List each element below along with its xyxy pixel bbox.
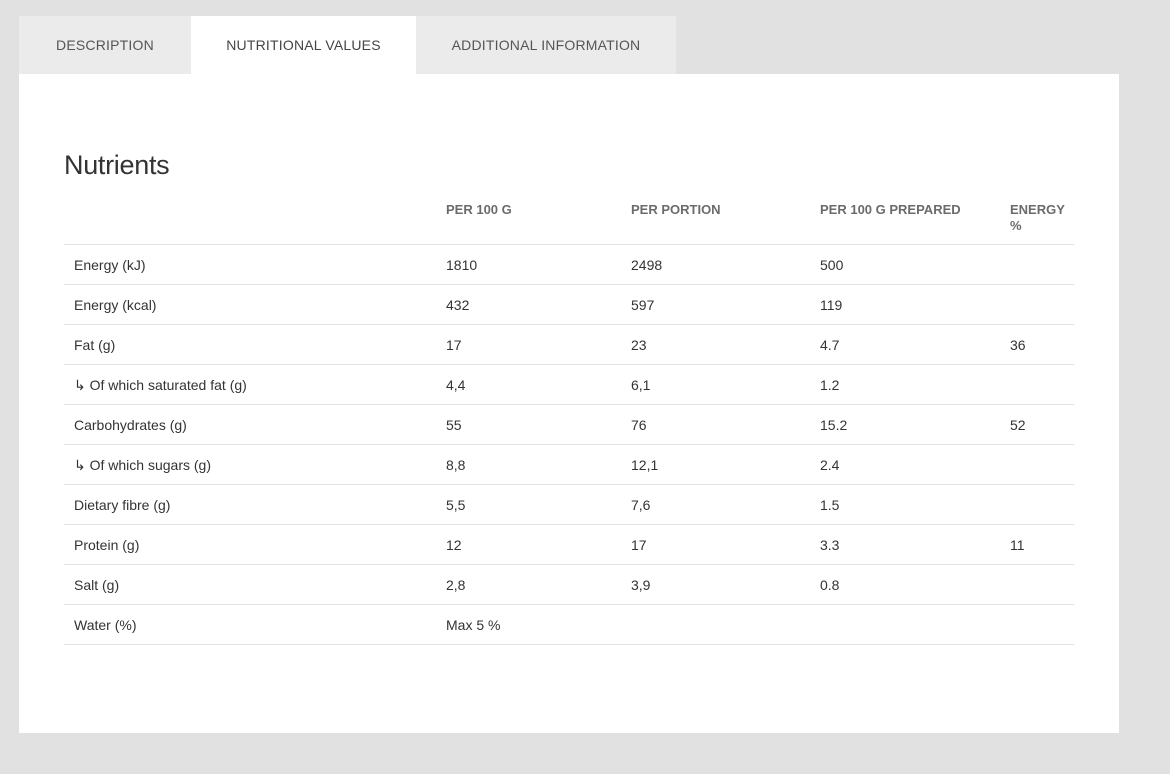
value-per-portion: 17 [631, 524, 820, 565]
value-energy-percent: 52 [1010, 404, 1074, 445]
value-per-portion: 12,1 [631, 444, 820, 485]
nutrient-name: ↳ Of which saturated fat (g) [64, 364, 446, 405]
table-row: Water (%) Max 5 % [64, 604, 1074, 645]
nutrient-name: Water (%) [64, 604, 446, 645]
table-header-row: PER 100 G PER PORTION PER 100 G PREPARED… [64, 200, 1074, 245]
value-energy-percent [1010, 604, 1074, 645]
value-per-100g-prepared: 1.2 [820, 364, 1010, 405]
tab-bar: DESCRIPTION NUTRITIONAL VALUES ADDITIONA… [19, 16, 676, 74]
value-energy-percent [1010, 364, 1074, 405]
value-per-100g-prepared: 1.5 [820, 484, 1010, 525]
nutrient-name: Salt (g) [64, 564, 446, 605]
value-per-100g: 4,4 [446, 364, 631, 405]
value-per-100g-prepared: 4.7 [820, 324, 1010, 365]
value-energy-percent [1010, 564, 1074, 605]
value-energy-percent: 36 [1010, 324, 1074, 365]
table-row: Energy (kcal) 432 597 119 [64, 284, 1074, 325]
value-per-portion: 2498 [631, 244, 820, 285]
value-per-portion [631, 604, 820, 645]
value-per-100g: 55 [446, 404, 631, 445]
nutrient-name: Energy (kJ) [64, 244, 446, 285]
tab-nutritional-values[interactable]: NUTRITIONAL VALUES [191, 16, 416, 74]
value-per-100g: Max 5 % [446, 604, 631, 645]
nutrient-name: ↳ Of which sugars (g) [64, 444, 446, 485]
value-per-portion: 3,9 [631, 564, 820, 605]
value-per-portion: 6,1 [631, 364, 820, 405]
nutrient-name: Protein (g) [64, 524, 446, 565]
tab-panel: Nutrients PER 100 G PER PORTION PER 100 … [19, 74, 1119, 733]
value-per-portion: 76 [631, 404, 820, 445]
table-row: Salt (g) 2,8 3,9 0.8 [64, 564, 1074, 605]
value-energy-percent: 11 [1010, 524, 1074, 565]
section-title: Nutrients [64, 150, 170, 180]
value-per-100g: 432 [446, 284, 631, 325]
value-energy-percent [1010, 284, 1074, 325]
value-per-portion: 7,6 [631, 484, 820, 525]
value-per-100g-prepared: 2.4 [820, 444, 1010, 485]
column-header-nutrient [64, 200, 446, 245]
table-row: Energy (kJ) 1810 2498 500 [64, 244, 1074, 285]
value-per-portion: 23 [631, 324, 820, 365]
column-header-per-100g-prepared: PER 100 G PREPARED [820, 200, 1010, 245]
tab-additional-information[interactable]: ADDITIONAL INFORMATION [416, 16, 676, 74]
table-row: ↳ Of which sugars (g) 8,8 12,1 2.4 [64, 444, 1074, 485]
column-header-per-portion: PER PORTION [631, 200, 820, 245]
nutrients-table: PER 100 G PER PORTION PER 100 G PREPARED… [64, 200, 1074, 645]
value-per-100g-prepared: 119 [820, 284, 1010, 325]
value-per-100g-prepared: 0.8 [820, 564, 1010, 605]
value-per-100g-prepared: 500 [820, 244, 1010, 285]
table-row: ↳ Of which saturated fat (g) 4,4 6,1 1.2 [64, 364, 1074, 405]
value-per-100g-prepared [820, 604, 1010, 645]
value-per-100g: 5,5 [446, 484, 631, 525]
value-per-100g-prepared: 15.2 [820, 404, 1010, 445]
value-energy-percent [1010, 244, 1074, 285]
table-row: Dietary fibre (g) 5,5 7,6 1.5 [64, 484, 1074, 525]
value-per-100g: 2,8 [446, 564, 631, 605]
table-row: Protein (g) 12 17 3.3 11 [64, 524, 1074, 565]
nutrient-name: Energy (kcal) [64, 284, 446, 325]
nutrient-name: Dietary fibre (g) [64, 484, 446, 525]
nutrient-name: Fat (g) [64, 324, 446, 365]
column-header-energy-percent: ENERGY % [1010, 200, 1074, 245]
value-per-100g: 17 [446, 324, 631, 365]
column-header-per-100g: PER 100 G [446, 200, 631, 245]
value-per-100g: 8,8 [446, 444, 631, 485]
value-energy-percent [1010, 484, 1074, 525]
value-per-portion: 597 [631, 284, 820, 325]
value-energy-percent [1010, 444, 1074, 485]
value-per-100g: 1810 [446, 244, 631, 285]
table-row: Carbohydrates (g) 55 76 15.2 52 [64, 404, 1074, 445]
value-per-100g-prepared: 3.3 [820, 524, 1010, 565]
tab-description[interactable]: DESCRIPTION [19, 16, 191, 74]
table-row: Fat (g) 17 23 4.7 36 [64, 324, 1074, 365]
nutrient-name: Carbohydrates (g) [64, 404, 446, 445]
value-per-100g: 12 [446, 524, 631, 565]
